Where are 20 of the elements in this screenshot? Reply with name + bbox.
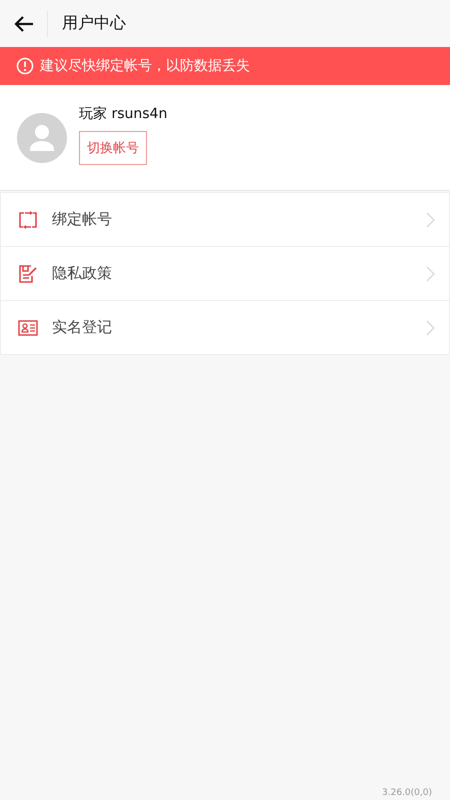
switch-account-button[interactable]: 切换帐号 bbox=[79, 130, 147, 164]
menu-label: 隐私政策 bbox=[52, 264, 113, 283]
back-arrow-icon[interactable] bbox=[14, 14, 34, 32]
id-card-icon bbox=[18, 320, 38, 336]
chevron-right-icon bbox=[426, 320, 435, 336]
menu-label: 绑定帐号 bbox=[52, 210, 113, 229]
menu-item[interactable]: 隐私政策 bbox=[1, 247, 449, 301]
player-name: 玩家 rsuns4n bbox=[79, 104, 168, 122]
warning-icon bbox=[16, 57, 34, 75]
chevron-right-icon bbox=[426, 212, 435, 228]
menu-item[interactable]: 实名登记 bbox=[1, 301, 449, 354]
document-pen-icon bbox=[18, 264, 38, 282]
warning-text: 建议尽快绑定帐号，以防数据丢失 bbox=[40, 57, 250, 75]
menu-item[interactable]: 绑定帐号 bbox=[1, 193, 449, 247]
chevron-right-icon bbox=[426, 266, 435, 282]
menu-label: 实名登记 bbox=[52, 318, 113, 337]
version-text: 3.26.0(0,0) bbox=[382, 788, 432, 798]
bracket-arrows-icon bbox=[18, 210, 38, 228]
avatar-icon bbox=[17, 112, 67, 162]
page-title: 用户中心 bbox=[62, 13, 126, 34]
